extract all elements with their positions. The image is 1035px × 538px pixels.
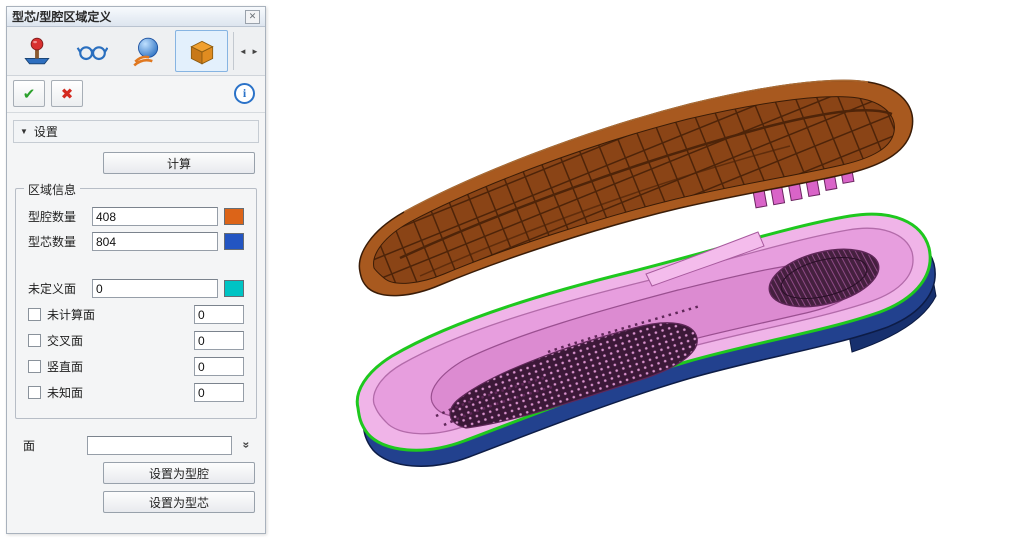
region-info-gap — [16, 257, 256, 273]
cancel-button[interactable]: ✖ — [51, 80, 83, 107]
cavity-count-input[interactable] — [92, 207, 218, 226]
undefined-face-row: 未定义面 — [28, 279, 244, 298]
info-button[interactable]: i — [234, 83, 255, 104]
cavity-count-label: 型腔数量 — [28, 208, 86, 225]
vertical-face-checkbox[interactable] — [28, 360, 41, 373]
undefined-face-label: 未定义面 — [28, 280, 86, 297]
info-icon: i — [243, 86, 246, 101]
core-count-label: 型芯数量 — [28, 233, 86, 250]
check-icon: ✔ — [23, 85, 36, 103]
face-label: 面 — [23, 437, 81, 454]
close-x-icon: ✖ — [61, 85, 74, 103]
sphere-regions-icon — [131, 35, 163, 67]
cavity-color-swatch[interactable] — [224, 208, 244, 225]
set-as-cavity-button[interactable]: 设置为型腔 — [103, 462, 255, 484]
toolbar-button-check-regions[interactable] — [11, 30, 64, 72]
orange-box-icon — [186, 35, 218, 67]
crossover-face-row: 交叉面 — [28, 331, 244, 350]
undefined-face-color-swatch[interactable] — [224, 280, 244, 297]
face-input[interactable] — [87, 436, 232, 455]
uncalculated-face-label: 未计算面 — [47, 306, 188, 323]
toolbar-button-view-regions[interactable] — [66, 30, 119, 72]
uncalculated-face-checkbox[interactable] — [28, 308, 41, 321]
toolbar-scroll-right-icon[interactable]: ► — [249, 30, 261, 72]
calculate-button[interactable]: 计算 — [103, 152, 255, 174]
settings-section-label: 设置 — [34, 123, 58, 140]
region-info-legend: 区域信息 — [24, 181, 80, 198]
toolbar-scroll-left-icon[interactable]: ◄ — [237, 30, 249, 72]
cavity-count-row: 型腔数量 — [28, 207, 244, 226]
crossover-face-checkbox[interactable] — [28, 334, 41, 347]
unknown-face-row: 未知面 — [28, 383, 244, 402]
vertical-face-row: 竖直面 — [28, 357, 244, 376]
undefined-face-input[interactable] — [92, 279, 218, 298]
vertical-face-label: 竖直面 — [47, 358, 188, 375]
collapse-triangle-icon: ▼ — [20, 127, 28, 136]
core-color-swatch[interactable] — [224, 233, 244, 250]
face-expand-button[interactable]: » — [238, 435, 255, 455]
face-select-row: 面 » — [23, 435, 255, 455]
dialog-toolbar: ◄ ► — [7, 27, 265, 76]
ok-button[interactable]: ✔ — [13, 80, 45, 107]
settings-section-header[interactable]: ▼ 设置 — [13, 120, 259, 143]
check-regions-icon — [21, 35, 53, 67]
uncalculated-face-row: 未计算面 — [28, 305, 244, 324]
unknown-face-input[interactable] — [194, 383, 244, 402]
core-cavity-dialog: 型芯/型腔区域定义 ✕ — [6, 6, 266, 534]
set-as-core-button[interactable]: 设置为型芯 — [103, 491, 255, 513]
uncalculated-face-input[interactable] — [194, 305, 244, 324]
dialog-actions-row: ✔ ✖ i — [7, 76, 265, 113]
glasses-icon — [76, 35, 108, 67]
crossover-face-label: 交叉面 — [47, 332, 188, 349]
region-info-group: 区域信息 型腔数量 型芯数量 未定义面 未计算面 交叉面 — [15, 188, 257, 419]
crossover-face-input[interactable] — [194, 331, 244, 350]
toolbar-button-define-regions[interactable] — [175, 30, 228, 72]
toolbar-button-assign-regions[interactable] — [121, 30, 174, 72]
chevron-double-down-icon: » — [240, 442, 254, 449]
vertical-face-input[interactable] — [194, 357, 244, 376]
core-count-row: 型芯数量 — [28, 232, 244, 251]
unknown-face-checkbox[interactable] — [28, 386, 41, 399]
dialog-title: 型芯/型腔区域定义 — [12, 8, 245, 25]
core-count-input[interactable] — [92, 232, 218, 251]
unknown-face-label: 未知面 — [47, 384, 188, 401]
toolbar-separator — [233, 32, 234, 70]
dialog-titlebar[interactable]: 型芯/型腔区域定义 ✕ — [7, 7, 265, 27]
dialog-close-icon[interactable]: ✕ — [245, 10, 260, 24]
